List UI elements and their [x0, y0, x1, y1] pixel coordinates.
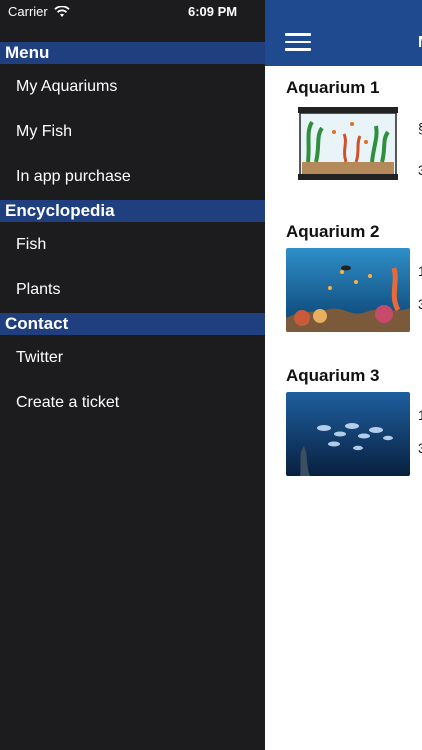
status-time: 6:09 PM: [188, 4, 238, 19]
aquarium-detail-partial: §: [418, 120, 422, 136]
aquarium-title[interactable]: Aquarium 1: [286, 78, 380, 98]
aquarium-thumbnail[interactable]: [286, 248, 410, 332]
ocean-school-image: [286, 392, 410, 476]
nav-bar: M: [265, 0, 422, 66]
menu-item-my-aquariums[interactable]: My Aquariums: [16, 78, 117, 96]
aquarium-thumbnail[interactable]: [286, 392, 410, 476]
section-header-encyclopedia: Encyclopedia: [0, 200, 265, 222]
aquarium-title[interactable]: Aquarium 2: [286, 222, 380, 242]
menu-item-in-app-purchase[interactable]: In app purchase: [16, 168, 131, 186]
reef-image: [286, 248, 410, 332]
main-panel: M Aquarium 1 § 3 Aquarium 2: [265, 0, 422, 750]
menu-item-fish[interactable]: Fish: [16, 236, 46, 254]
aquarium-title[interactable]: Aquarium 3: [286, 366, 380, 386]
wifi-icon: [54, 5, 70, 17]
menu-item-plants[interactable]: Plants: [16, 281, 60, 299]
aquarium-detail-partial: 3: [418, 296, 422, 312]
carrier-label: Carrier: [8, 4, 48, 19]
aquarium-detail-partial: 3: [418, 162, 422, 178]
section-header-menu: Menu: [0, 42, 265, 64]
menu-item-twitter[interactable]: Twitter: [16, 349, 63, 367]
side-drawer: Carrier Menu My Aquariums My Fish In app…: [0, 0, 265, 750]
aquarium-thumbnail[interactable]: [286, 102, 410, 186]
nav-title-partial: M: [418, 34, 422, 52]
aquarium-detail-partial: 1: [418, 263, 422, 279]
aquarium-detail-partial: 3: [418, 440, 422, 456]
aquarium-detail-partial: 1: [418, 407, 422, 423]
menu-item-my-fish[interactable]: My Fish: [16, 123, 72, 141]
aquarium-tank-image: [298, 107, 398, 180]
menu-item-create-ticket[interactable]: Create a ticket: [16, 394, 119, 412]
hamburger-menu-icon[interactable]: [285, 33, 311, 51]
status-bar-left: Carrier: [8, 4, 70, 19]
section-header-contact: Contact: [0, 313, 265, 335]
